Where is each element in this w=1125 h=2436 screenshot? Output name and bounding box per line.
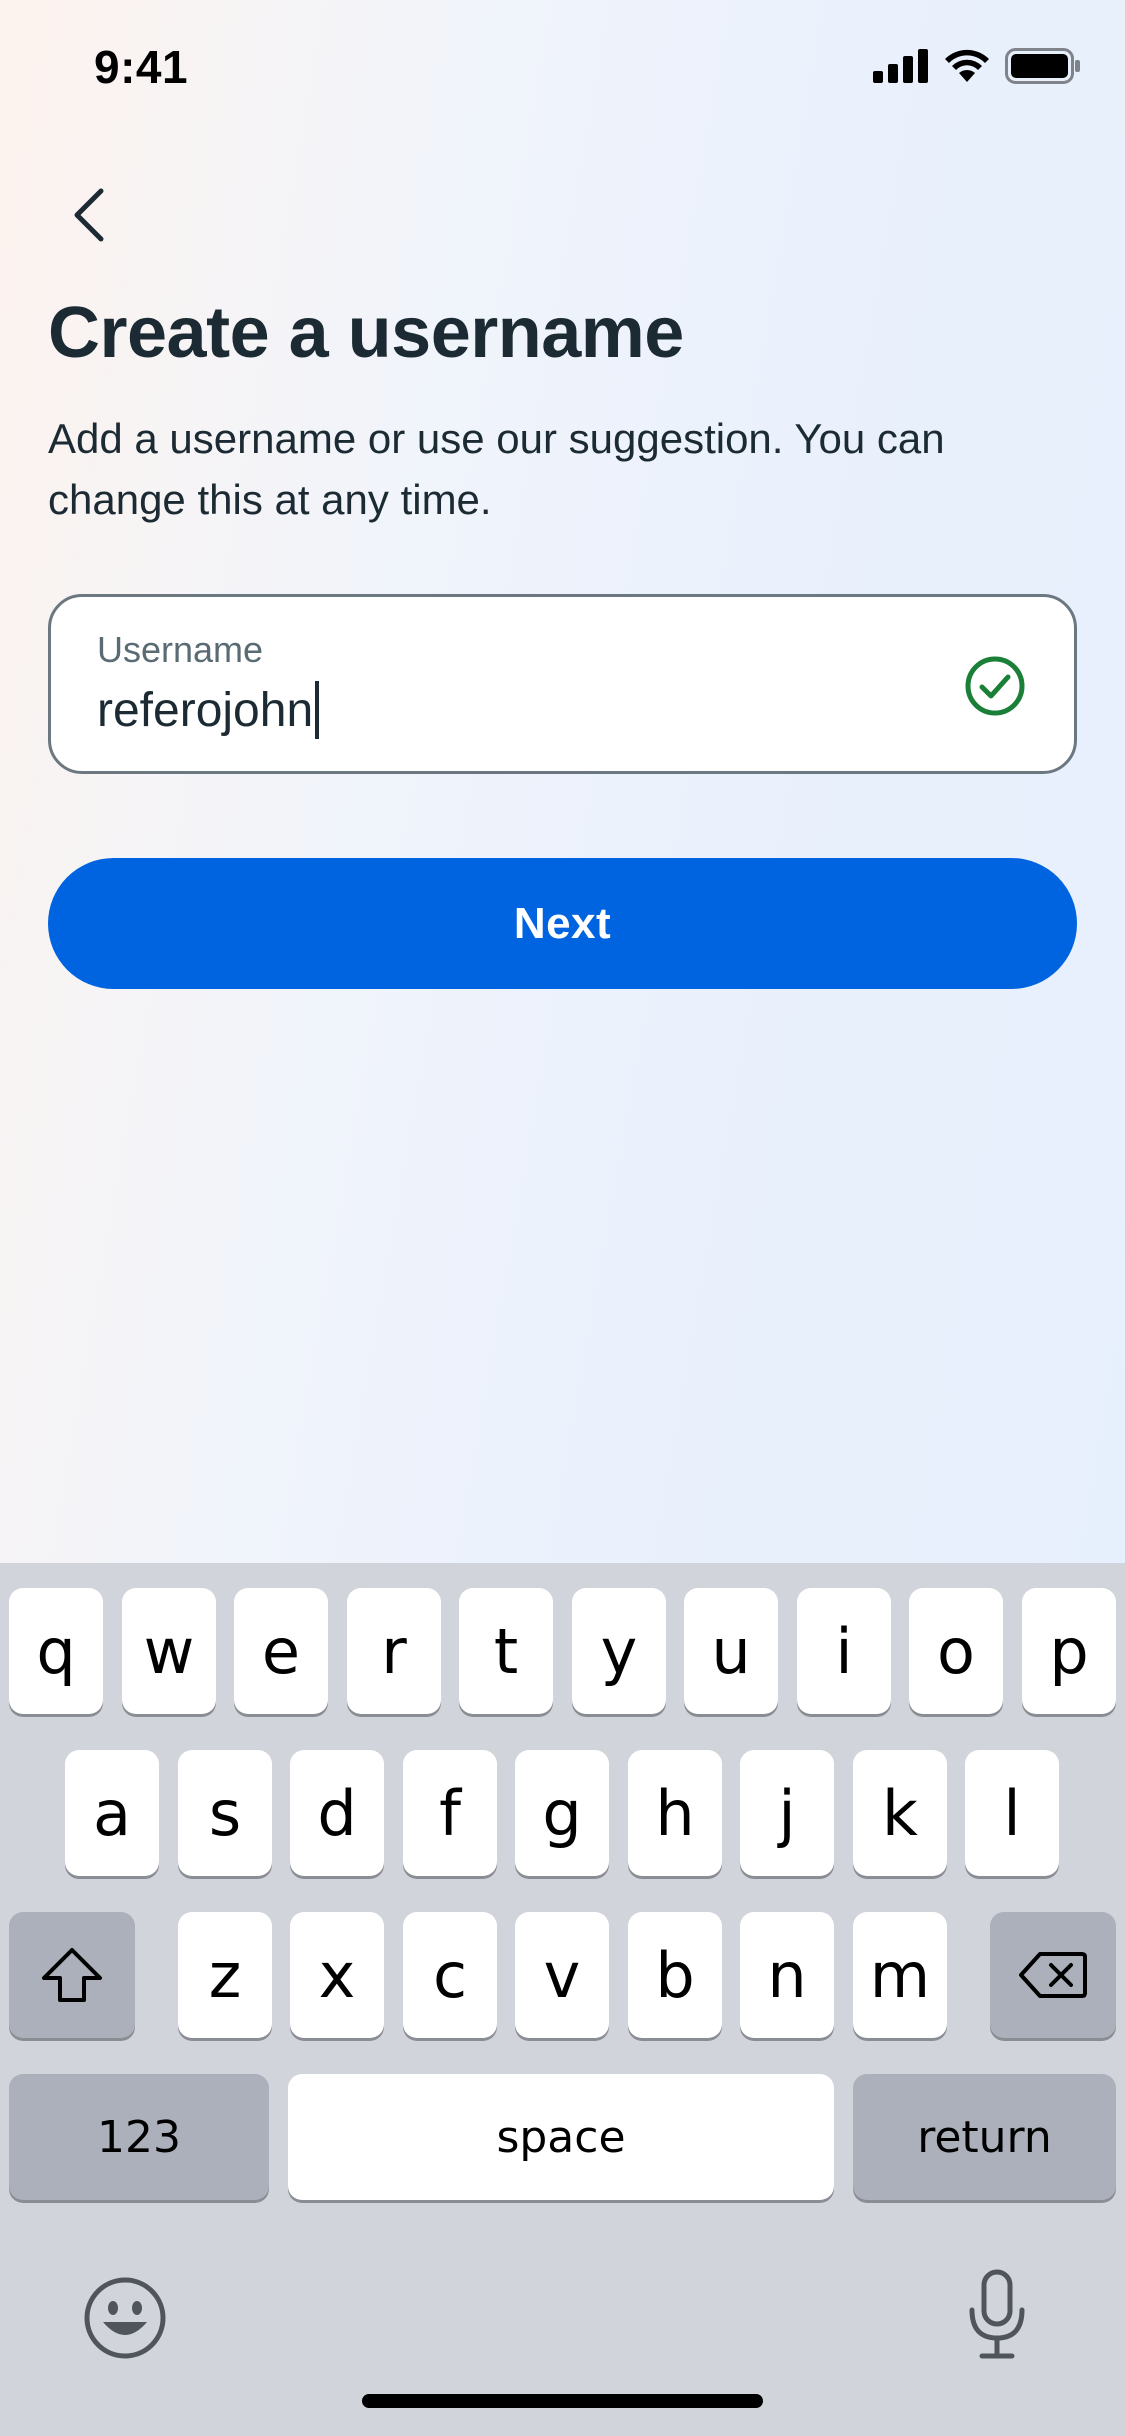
key-l[interactable]: l — [965, 1750, 1059, 1876]
key-h[interactable]: h — [628, 1750, 722, 1876]
key-e[interactable]: e — [234, 1588, 328, 1714]
home-indicator — [362, 2394, 763, 2408]
page-title: Create a username — [48, 293, 684, 373]
key-u[interactable]: u — [684, 1588, 778, 1714]
check-circle-icon — [965, 656, 1025, 716]
key-j[interactable]: j — [740, 1750, 834, 1876]
chevron-left-icon — [74, 188, 104, 242]
wifi-icon — [945, 49, 989, 82]
key-t[interactable]: t — [459, 1588, 553, 1714]
shift-key[interactable] — [9, 1912, 135, 2038]
key-k[interactable]: k — [853, 1750, 947, 1876]
key-d[interactable]: d — [290, 1750, 384, 1876]
key-m[interactable]: m — [853, 1912, 947, 2038]
key-o[interactable]: o — [909, 1588, 1003, 1714]
key-z[interactable]: z — [178, 1912, 272, 2038]
key-b[interactable]: b — [628, 1912, 722, 2038]
text-caret — [315, 681, 320, 739]
return-key[interactable]: return — [853, 2074, 1116, 2200]
space-key[interactable]: space — [288, 2074, 834, 2200]
next-button[interactable]: Next — [48, 858, 1077, 989]
status-time: 9:41 — [94, 41, 189, 93]
key-c[interactable]: c — [403, 1912, 497, 2038]
keyboard: q w e r t y u i o p a s d f g h j k l z … — [0, 1563, 1125, 2436]
key-w[interactable]: w — [122, 1588, 216, 1714]
numbers-key[interactable]: 123 — [9, 2074, 269, 2200]
page-subtitle: Add a username or use our suggestion. Yo… — [48, 415, 945, 523]
status-icons — [873, 48, 1081, 84]
key-n[interactable]: n — [740, 1912, 834, 2038]
key-i[interactable]: i — [797, 1588, 891, 1714]
key-r[interactable]: r — [347, 1588, 441, 1714]
backspace-key[interactable] — [990, 1912, 1116, 2038]
key-g[interactable]: g — [515, 1750, 609, 1876]
back-button[interactable] — [44, 170, 134, 260]
username-field-label: Username — [97, 629, 264, 670]
emoji-icon[interactable] — [83, 2276, 167, 2360]
username-input[interactable]: referojohn — [97, 681, 320, 739]
shift-icon — [42, 1948, 102, 2002]
key-y[interactable]: y — [572, 1588, 666, 1714]
key-s[interactable]: s — [178, 1750, 272, 1876]
microphone-icon[interactable] — [964, 2268, 1030, 2362]
status-bar: 9:41 — [0, 0, 1125, 140]
backspace-icon — [1019, 1952, 1087, 1998]
key-p[interactable]: p — [1022, 1588, 1116, 1714]
key-q[interactable]: q — [9, 1588, 103, 1714]
battery-icon — [1005, 48, 1080, 84]
key-x[interactable]: x — [290, 1912, 384, 2038]
key-f[interactable]: f — [403, 1750, 497, 1876]
username-field[interactable]: Username referojohn — [48, 594, 1077, 774]
signal-icon — [873, 49, 928, 83]
key-v[interactable]: v — [515, 1912, 609, 2038]
username-value: referojohn — [97, 683, 314, 737]
key-a[interactable]: a — [65, 1750, 159, 1876]
